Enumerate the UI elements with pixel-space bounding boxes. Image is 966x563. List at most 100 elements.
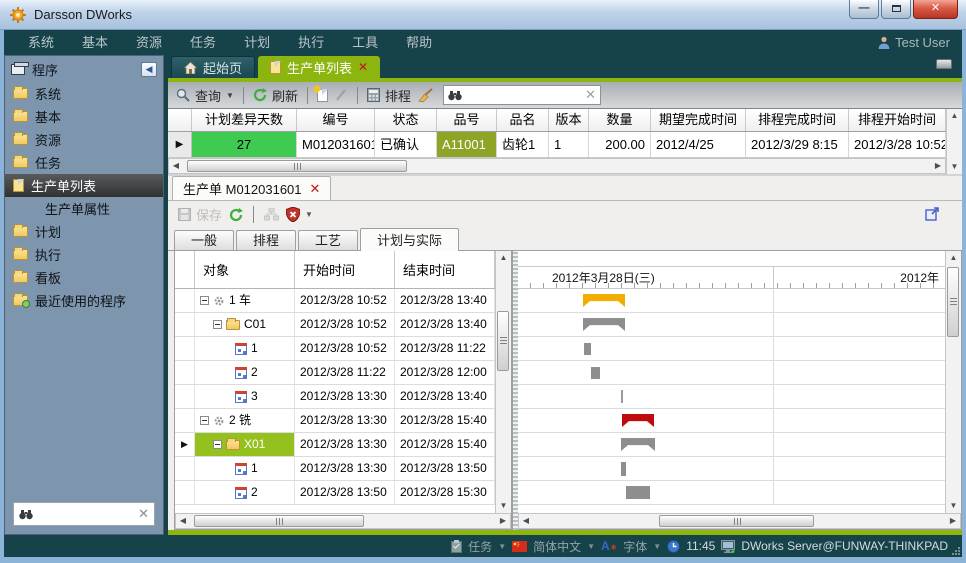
collapse-expander-icon[interactable]	[213, 320, 222, 329]
menu-system[interactable]: 系统	[14, 30, 68, 55]
scroll-right-icon[interactable]: ▶	[931, 159, 945, 173]
menu-plan[interactable]: 计划	[230, 30, 284, 55]
col-code[interactable]: 编号	[297, 109, 375, 131]
col-item-name[interactable]: 品名	[497, 109, 549, 131]
table-row[interactable]: 3 2012/3/28 13:30 2012/3/28 13:40	[175, 385, 495, 409]
gantt-vscrollbar[interactable]: ▲ ▼	[945, 251, 961, 513]
new-icon[interactable]	[317, 89, 328, 102]
refresh-icon[interactable]	[229, 208, 243, 222]
table-row[interactable]: C01 2012/3/28 10:52 2012/3/28 13:40	[175, 313, 495, 337]
scroll-left-icon[interactable]: ◀	[169, 159, 183, 173]
scroll-down-icon[interactable]: ▼	[948, 160, 962, 174]
menu-task[interactable]: 任务	[176, 30, 230, 55]
menu-tools[interactable]: 工具	[338, 30, 392, 55]
sidebar-item-production-order-props[interactable]: 生产单属性	[5, 197, 163, 220]
table-row-selected[interactable]: ▶ X01 2012/3/28 13:30 2012/3/28 15:40	[175, 433, 495, 457]
gantt-hscrollbar[interactable]: ◀ ▶	[518, 513, 961, 529]
sidebar-item-kanban[interactable]: 看板	[5, 266, 163, 289]
collapse-expander-icon[interactable]	[200, 416, 209, 425]
sidebar-item-system[interactable]: 系统	[5, 82, 163, 105]
table-row[interactable]: 2 铣 2012/3/28 13:30 2012/3/28 15:40	[175, 409, 495, 433]
doc-tab-close-icon[interactable]: ✕	[310, 181, 321, 197]
sidebar-item-task[interactable]: 任务	[5, 151, 163, 174]
tab-home[interactable]: 起始页	[171, 56, 255, 78]
sidebar-collapse-button[interactable]: ◀	[141, 62, 157, 77]
col-expect-finish[interactable]: 期望完成时间	[651, 109, 746, 131]
scroll-thumb[interactable]	[187, 160, 407, 172]
sidebar-item-basic[interactable]: 基本	[5, 105, 163, 128]
scroll-thumb[interactable]	[194, 515, 364, 527]
tab-general[interactable]: 一般	[174, 230, 234, 251]
scroll-up-icon[interactable]: ▲	[497, 251, 511, 265]
menu-help[interactable]: 帮助	[392, 30, 446, 55]
table-row[interactable]: 1 2012/3/28 13:30 2012/3/28 13:50	[175, 457, 495, 481]
dropdown-arrow-icon[interactable]: ▼	[587, 542, 595, 551]
save-button[interactable]: 保存	[178, 205, 222, 224]
col-object[interactable]: 对象	[195, 251, 295, 288]
collapse-expander-icon[interactable]	[200, 296, 209, 305]
search-clear-icon[interactable]: ✕	[585, 87, 596, 103]
production-order-doc-tab[interactable]: 生产单 M012031601 ✕	[172, 176, 331, 200]
scroll-down-icon[interactable]: ▼	[947, 499, 961, 513]
list-search-input[interactable]: ✕	[443, 85, 601, 105]
table-hscrollbar[interactable]: ◀ ▶	[175, 513, 511, 529]
popout-icon[interactable]	[925, 206, 940, 221]
sidebar-item-recent[interactable]: 最近使用的程序	[5, 289, 163, 312]
table-row[interactable]: 1 车 2012/3/28 10:52 2012/3/28 13:40	[175, 289, 495, 313]
grid-data-row[interactable]: ▶ 27 M012031601 已确认 A11001 齿轮1 1 200.00 …	[168, 132, 946, 158]
gantt-bar[interactable]	[583, 294, 625, 307]
gantt-bar[interactable]	[591, 367, 600, 379]
gantt-bar[interactable]	[621, 438, 655, 451]
sidebar-item-production-order-list[interactable]: 生产单列表	[5, 174, 163, 197]
gantt-bar[interactable]	[621, 462, 626, 476]
dropdown-arrow-icon[interactable]: ▼	[653, 542, 661, 551]
gantt-bar[interactable]	[583, 318, 625, 331]
hierarchy-icon[interactable]	[264, 208, 279, 221]
sidebar-search-input[interactable]: ✕	[13, 502, 155, 526]
col-qty[interactable]: 数量	[589, 109, 651, 131]
collapse-expander-icon[interactable]	[213, 440, 222, 449]
table-row[interactable]: 2 2012/3/28 13:50 2012/3/28 15:30	[175, 481, 495, 505]
sidebar-item-resource[interactable]: 资源	[5, 128, 163, 151]
col-sched-finish[interactable]: 排程完成时间	[746, 109, 849, 131]
menu-execute[interactable]: 执行	[284, 30, 338, 55]
col-start-time[interactable]: 开始时间	[295, 251, 395, 288]
validate-button[interactable]: ▼	[286, 207, 313, 222]
dropdown-arrow-icon[interactable]: ▼	[498, 542, 506, 551]
col-sched-start[interactable]: 排程开始时间	[849, 109, 946, 131]
sidebar-item-plan[interactable]: 计划	[5, 220, 163, 243]
table-vscrollbar[interactable]: ▲ ▼	[495, 251, 511, 513]
dropdown-arrow-icon[interactable]: ▼	[305, 210, 313, 219]
gantt-bar[interactable]	[622, 414, 654, 427]
status-language[interactable]: 简体中文	[533, 538, 581, 555]
query-button[interactable]: 查询 ▼	[176, 86, 234, 105]
scroll-left-icon[interactable]: ◀	[176, 514, 190, 528]
gantt-bar[interactable]	[626, 486, 650, 499]
dropdown-arrow-icon[interactable]: ▼	[226, 91, 234, 100]
scroll-right-icon[interactable]: ▶	[496, 514, 510, 528]
tab-process[interactable]: 工艺	[298, 230, 358, 251]
grid-hscrollbar[interactable]: ◀ ▶	[168, 158, 946, 174]
edit-pencil-icon[interactable]	[334, 88, 348, 102]
status-font[interactable]: 字体	[623, 538, 647, 555]
gantt-bar[interactable]	[621, 390, 623, 403]
col-status[interactable]: 状态	[375, 109, 437, 131]
tray-icon[interactable]	[936, 59, 952, 69]
gantt-bar[interactable]	[584, 343, 591, 355]
menu-basic[interactable]: 基本	[68, 30, 122, 55]
scroll-thumb[interactable]	[659, 515, 814, 527]
table-row[interactable]: 2 2012/3/28 11:22 2012/3/28 12:00	[175, 361, 495, 385]
tab-schedule[interactable]: 排程	[236, 230, 296, 251]
close-button[interactable]: ✕	[913, 0, 958, 19]
col-item-no[interactable]: 品号	[437, 109, 497, 131]
search-clear-icon[interactable]: ✕	[138, 506, 149, 522]
scroll-up-icon[interactable]: ▲	[947, 251, 961, 265]
col-end-time[interactable]: 结束时间	[395, 251, 495, 288]
tab-production-order-list[interactable]: 生产单列表 ✕	[258, 56, 380, 78]
menu-resource[interactable]: 资源	[122, 30, 176, 55]
col-version[interactable]: 版本	[549, 109, 589, 131]
broom-icon[interactable]	[417, 88, 433, 103]
sidebar-item-execute[interactable]: 执行	[5, 243, 163, 266]
col-plan-diff-days[interactable]: 计划差异天数	[192, 109, 297, 131]
scroll-down-icon[interactable]: ▼	[497, 499, 511, 513]
